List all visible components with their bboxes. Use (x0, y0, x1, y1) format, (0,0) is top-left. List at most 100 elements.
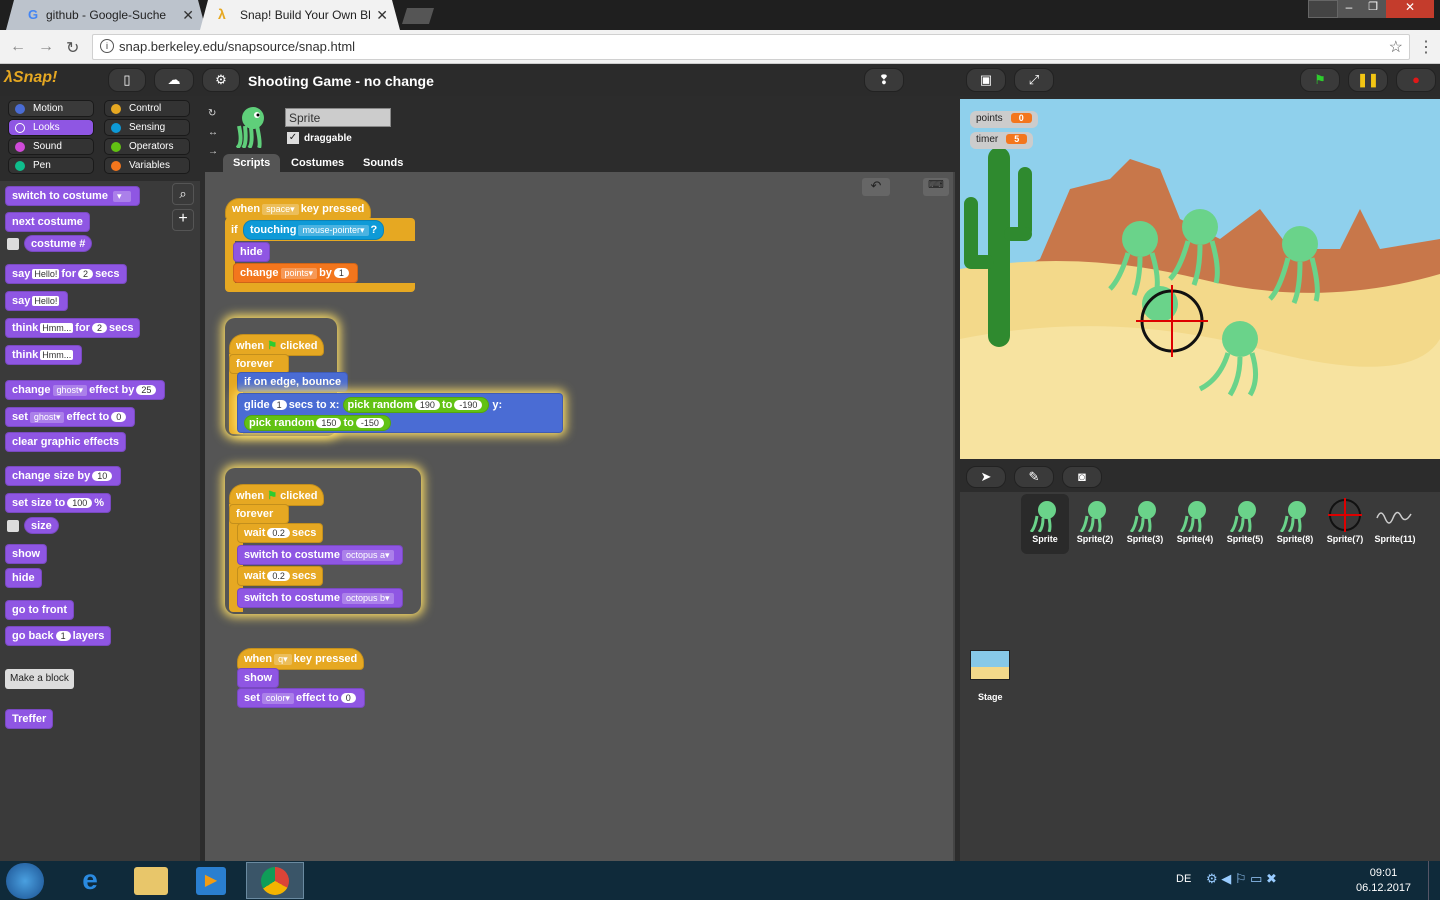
search-icon[interactable]: ⌕ (172, 183, 194, 205)
category-variables[interactable]: Variables (104, 157, 190, 174)
block-glide[interactable]: glide 1 secs to x: pick random 190 to -190 y:… (237, 393, 563, 433)
block-change-size[interactable]: change size by 10 (5, 466, 122, 486)
forever-label-2[interactable]: forever (229, 504, 289, 524)
category-looks[interactable]: Looks (8, 119, 94, 136)
sprite-name-input[interactable]: Sprite (285, 108, 391, 127)
close-icon[interactable]: ✕ (376, 7, 388, 24)
pause-button[interactable]: ❚❚ (1348, 68, 1388, 92)
block-change-points[interactable]: change points▾ by 1 (233, 263, 358, 283)
green-flag-button[interactable]: ⚑ (1300, 68, 1340, 92)
chrome-taskbar-button[interactable] (246, 862, 304, 899)
tab-costumes[interactable]: Costumes (281, 154, 354, 172)
block-hide[interactable]: hide (5, 568, 42, 588)
close-icon[interactable]: ✕ (182, 7, 194, 24)
undo-icon[interactable]: ↶ (862, 178, 890, 196)
block-change-effect[interactable]: change ghost▾ effect by 25 (5, 380, 166, 400)
minimize-button[interactable]: – (1338, 0, 1360, 18)
new-tab-button[interactable] (402, 8, 434, 24)
category-sensing[interactable]: Sensing (104, 119, 190, 136)
show-desktop-button[interactable] (1428, 861, 1440, 900)
sprite-item[interactable]: Sprite(4) (1171, 494, 1219, 552)
prepare-button[interactable]: ❢ (864, 68, 904, 92)
costume-num-checkbox[interactable] (7, 238, 19, 250)
hat-when-q-pressed[interactable]: when q▾ key pressed (237, 648, 365, 670)
add-block-icon[interactable]: + (172, 209, 194, 231)
stage[interactable]: points 0 timer 5 (960, 99, 1440, 459)
watcher-timer[interactable]: timer 5 (970, 132, 1034, 149)
sprite-item[interactable]: Sprite (1021, 494, 1069, 554)
back-arrow-icon[interactable]: ← (10, 38, 26, 56)
category-operators[interactable]: Operators (104, 138, 190, 155)
tab-snap[interactable]: λ Snap! Build Your Own Bl ✕ (200, 0, 400, 30)
block-show-script[interactable]: show (237, 668, 280, 688)
tab-sounds[interactable]: Sounds (353, 154, 413, 172)
normal-stage-button[interactable]: ▣ (966, 68, 1006, 92)
sprite-item[interactable]: Sprite(11) (1371, 494, 1419, 552)
block-set-size[interactable]: set size to 100% (5, 493, 111, 513)
stop-button[interactable]: ● (1396, 68, 1436, 92)
category-pen[interactable]: Pen (8, 157, 94, 174)
block-think[interactable]: think Hmm... (5, 345, 83, 365)
predicate-touching[interactable]: touching mouse-pointer▾? (243, 220, 385, 240)
block-size[interactable]: size (24, 517, 59, 534)
url-input[interactable]: i snap.berkeley.edu/snapsource/snap.html… (92, 34, 1410, 60)
info-icon[interactable]: i (100, 39, 114, 53)
block-wait-1[interactable]: wait 0.2 secs (237, 523, 324, 543)
sprite-item[interactable]: Sprite(3) (1121, 494, 1169, 552)
language-indicator[interactable]: DE (1176, 873, 1191, 885)
block-set-color-effect[interactable]: set color▾ effect to 0 (237, 688, 365, 708)
presentation-mode-button[interactable]: ⤢ (1014, 68, 1054, 92)
tab-google-search[interactable]: G github - Google-Suche ✕ (6, 0, 206, 30)
block-if-on-edge-bounce[interactable]: if on edge, bounce (237, 372, 349, 392)
cloud-button[interactable]: ☁ (154, 68, 194, 92)
block-say-for-secs[interactable]: say Hello! for 2 secs (5, 264, 127, 284)
rotation-style-buttons[interactable]: ↻ ↔ → (208, 104, 218, 161)
scripting-area[interactable]: ↶ ⌨ when space▾ key pressed if touching mou… (205, 172, 955, 862)
block-go-back-layers[interactable]: go back 1 layers (5, 626, 112, 646)
block-go-to-front[interactable]: go to front (5, 600, 74, 620)
block-switch-to-costume[interactable]: switch to costume ▾ (5, 186, 141, 206)
block-switch-costume-a[interactable]: switch to costume octopus a▾ (237, 545, 403, 565)
watcher-points[interactable]: points 0 (970, 111, 1038, 128)
block-hide-script[interactable]: hide (233, 242, 270, 262)
make-a-block-button[interactable]: Make a block (5, 669, 74, 689)
sprite-item[interactable]: Sprite(5) (1221, 494, 1269, 552)
block-think-for-secs[interactable]: think Hmm... for 2 secs (5, 318, 141, 338)
hat-when-key-pressed[interactable]: when space▾ key pressed (225, 198, 372, 220)
block-costume-number[interactable]: costume # (24, 235, 93, 252)
menu-icon[interactable]: ⋮ (1418, 37, 1434, 57)
size-checkbox[interactable] (7, 520, 19, 532)
draggable-checkbox[interactable]: ✓ (287, 132, 299, 144)
block-switch-costume-b[interactable]: switch to costume octopus b▾ (237, 588, 403, 608)
profile-button[interactable] (1308, 0, 1338, 18)
block-wait-2[interactable]: wait 0.2 secs (237, 566, 324, 586)
forward-arrow-icon[interactable]: → (38, 38, 54, 56)
tab-scripts[interactable]: Scripts (223, 154, 281, 172)
media-player-icon[interactable]: ▶ (196, 867, 226, 895)
window-close-button[interactable]: ✕ (1386, 0, 1434, 18)
category-sound[interactable]: Sound (8, 138, 94, 155)
maximize-button[interactable]: ❐ (1360, 0, 1386, 18)
category-motion[interactable]: Motion (8, 100, 94, 117)
tray-icons[interactable]: ⚙ ◀ ⚐ ▭ ✖ (1206, 871, 1277, 887)
reload-icon[interactable]: ↻ (66, 38, 79, 58)
block-say[interactable]: say Hello! (5, 291, 69, 311)
stage-thumbnail[interactable] (970, 650, 1010, 680)
sprite-item[interactable]: Sprite(2) (1071, 494, 1119, 552)
camera-sprite-button[interactable]: ◙ (1062, 466, 1102, 488)
hat-when-flag-clicked[interactable]: when ⚑ clicked (229, 334, 325, 356)
clock[interactable]: 09:01 06.12.2017 (1356, 866, 1411, 896)
hat-when-flag-clicked-2[interactable]: when ⚑ clicked (229, 484, 325, 506)
block-clear-graphic-effects[interactable]: clear graphic effects (5, 432, 126, 452)
file-explorer-icon[interactable] (134, 867, 168, 895)
start-button[interactable] (6, 863, 44, 899)
block-treffer[interactable]: Treffer (5, 709, 54, 729)
snap-logo[interactable]: λSnap! (4, 69, 57, 93)
keyboard-icon[interactable]: ⌨ (923, 178, 949, 196)
block-set-effect[interactable]: set ghost▾ effect to 0 (5, 407, 136, 427)
forever-label-1[interactable]: forever (229, 354, 289, 374)
file-menu-button[interactable]: ▯ (108, 68, 146, 92)
internet-explorer-icon[interactable]: e (72, 865, 108, 897)
category-control[interactable]: Control (104, 100, 190, 117)
paint-sprite-button[interactable]: ✎ (1014, 466, 1054, 488)
